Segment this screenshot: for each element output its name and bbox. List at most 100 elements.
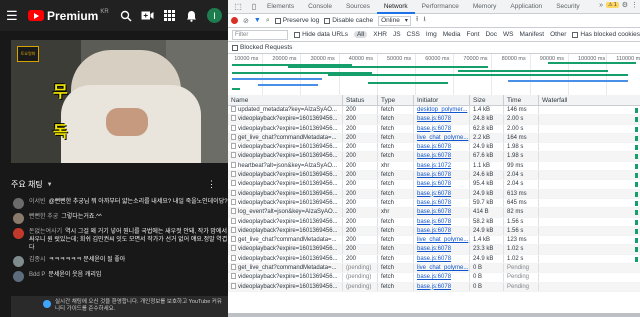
filter-type-other[interactable]: Other: [550, 31, 566, 38]
disable-cache-checkbox[interactable]: Disable cache: [324, 17, 373, 24]
cell-name[interactable]: videoplayback?expire=1601369456...: [228, 282, 343, 291]
cell-initiator[interactable]: live_chat_polyme...: [414, 236, 470, 245]
cell-name[interactable]: updated_metadata?key=AIzaSyAO...: [228, 106, 343, 115]
cell-initiator[interactable]: base.js:6078: [414, 282, 470, 291]
request-row[interactable]: videoplayback?expire=1601369456... 200 fet…: [228, 152, 640, 162]
chat-avatar[interactable]: [13, 256, 24, 267]
filter-icon[interactable]: ▼: [254, 17, 261, 24]
cell-name[interactable]: videoplayback?expire=1601369456...: [228, 152, 343, 161]
cell-name[interactable]: videoplayback?expire=1601369456...: [228, 124, 343, 133]
request-row[interactable]: videoplayback?expire=1601369456... 200 fet…: [228, 254, 640, 265]
request-row[interactable]: videoplayback?expire=1601369456... 200 fet…: [228, 245, 640, 255]
chat-author[interactable]: 김종시: [29, 257, 46, 263]
cell-initiator[interactable]: base.js:6078: [414, 254, 470, 264]
preserve-log-checkbox[interactable]: Preserve log: [274, 17, 319, 24]
filter-type-ws[interactable]: WS: [503, 31, 513, 38]
cell-initiator[interactable]: base.js:6078: [414, 152, 470, 161]
horizontal-scrollbar[interactable]: [228, 313, 640, 317]
cell-name[interactable]: videoplayback?expire=1601369456...: [228, 226, 343, 236]
column-header-type[interactable]: Type: [378, 95, 414, 105]
request-row[interactable]: videoplayback?expire=1601369456... 200 fet…: [228, 217, 640, 227]
chat-avatar[interactable]: [13, 271, 24, 282]
filter-type-media[interactable]: Media: [443, 31, 461, 38]
video-player[interactable]: 토요명화 무 독: [11, 40, 228, 163]
chat-avatar[interactable]: [13, 213, 24, 224]
cell-initiator[interactable]: live_chat_polyme...: [414, 133, 470, 143]
tab-security[interactable]: Security: [549, 0, 586, 14]
inspect-element-icon[interactable]: ⬚: [232, 1, 244, 13]
cell-initiator[interactable]: base.js:6078: [414, 273, 470, 282]
cell-initiator[interactable]: base.js:6078: [414, 124, 470, 133]
cell-initiator[interactable]: base.js:1072: [414, 161, 470, 171]
cell-name[interactable]: videoplayback?expire=1601369456...: [228, 171, 343, 180]
cell-name[interactable]: videoplayback?expire=1601369456...: [228, 245, 343, 254]
chat-author[interactable]: Bdd P: [29, 272, 45, 278]
request-row[interactable]: videoplayback?expire=1601369456... 200 fet…: [228, 124, 640, 134]
tab-console[interactable]: Console: [301, 0, 339, 14]
tab-sources[interactable]: Sources: [339, 0, 377, 14]
cell-initiator[interactable]: base.js:6078: [414, 189, 470, 198]
tab-application[interactable]: Application: [503, 0, 549, 14]
settings-gear-icon[interactable]: ⚙: [622, 1, 628, 9]
chat-mode-selector[interactable]: 주요 채팅: [11, 179, 43, 190]
chevron-down-icon[interactable]: ▼: [47, 182, 53, 188]
cell-initiator[interactable]: live_chat_polyme...: [414, 264, 470, 273]
search-icon[interactable]: [119, 9, 132, 22]
chat-author[interactable]: 뻔뻔한 추궁: [29, 214, 58, 220]
has-blocked-cookies-checkbox[interactable]: Has blocked cookies: [572, 31, 640, 38]
cell-initiator[interactable]: base.js:6078: [414, 226, 470, 236]
cell-name[interactable]: videoplayback?expire=1601369456...: [228, 198, 343, 208]
chat-author[interactable]: 이서빈: [29, 199, 46, 205]
request-row[interactable]: heartbeat?alt=json&key=AIzaSyAO... 200 xhr…: [228, 161, 640, 172]
filter-type-manifest[interactable]: Manifest: [520, 31, 545, 38]
filter-type-doc[interactable]: Doc: [485, 31, 497, 38]
chat-author[interactable]: 돈없는여사기: [29, 229, 62, 235]
youtube-logo[interactable]: Premium KR: [28, 9, 109, 23]
search-icon[interactable]: ⌕: [266, 17, 270, 25]
request-row[interactable]: videoplayback?expire=1601369456... 200 fet…: [228, 180, 640, 190]
cell-name[interactable]: videoplayback?expire=1601369456...: [228, 189, 343, 198]
export-har-icon[interactable]: ⭳: [423, 15, 425, 26]
cell-initiator[interactable]: base.js:6078: [414, 208, 470, 217]
cell-name[interactable]: get_live_chat?commandMetadata=...: [228, 264, 343, 273]
cell-name[interactable]: log_event?alt=json&key=AIzaSyAO...: [228, 208, 343, 217]
column-header-time[interactable]: Time: [504, 95, 539, 105]
cell-initiator[interactable]: base.js:6078: [414, 245, 470, 254]
request-row[interactable]: get_live_chat?commandMetadata=... (pendin…: [228, 264, 640, 274]
hamburger-menu-icon[interactable]: ☰: [6, 8, 22, 24]
throttling-select[interactable]: Online: [378, 15, 411, 26]
record-icon[interactable]: [231, 17, 238, 24]
hide-data-urls-checkbox[interactable]: Hide data URLs: [294, 31, 348, 38]
request-row[interactable]: videoplayback?expire=1601369456... 200 fet…: [228, 198, 640, 209]
cell-name[interactable]: heartbeat?alt=json&key=AIzaSyAO...: [228, 161, 343, 171]
request-row[interactable]: videoplayback?expire=1601369456... 200 fet…: [228, 143, 640, 153]
filter-type-all[interactable]: All: [353, 31, 368, 38]
cell-name[interactable]: get_live_chat?commandMetadata=...: [228, 133, 343, 143]
request-row[interactable]: log_event?alt=json&key=AIzaSyAO... 200 xhr…: [228, 208, 640, 218]
request-row[interactable]: updated_metadata?key=AIzaSyAO... 200 fetch…: [228, 106, 640, 116]
cell-initiator[interactable]: base.js:6078: [414, 115, 470, 124]
more-options-icon[interactable]: ⋮: [207, 179, 216, 190]
cell-initiator[interactable]: base.js:6078: [414, 217, 470, 226]
cell-name[interactable]: videoplayback?expire=1601369456...: [228, 273, 343, 282]
more-options-icon[interactable]: ⋮: [631, 1, 638, 9]
tab-performance[interactable]: Performance: [415, 0, 466, 14]
filter-type-xhr[interactable]: XHR: [373, 31, 387, 38]
cell-initiator[interactable]: base.js:6078: [414, 171, 470, 180]
cell-name[interactable]: videoplayback?expire=1601369456...: [228, 115, 343, 124]
filter-type-img[interactable]: Img: [426, 31, 437, 38]
tab-elements[interactable]: Elements: [260, 0, 301, 14]
device-toolbar-icon[interactable]: ▯: [248, 1, 260, 13]
scrollbar-thumb[interactable]: [228, 313, 640, 317]
request-row[interactable]: videoplayback?expire=1601369456... 200 fet…: [228, 189, 640, 199]
cell-name[interactable]: videoplayback?expire=1601369456...: [228, 217, 343, 226]
filter-type-js[interactable]: JS: [393, 31, 401, 38]
cell-name[interactable]: get_live_chat?commandMetadata=...: [228, 236, 343, 245]
notifications-bell-icon[interactable]: [185, 9, 198, 22]
user-avatar[interactable]: I: [207, 8, 222, 23]
blocked-requests-checkbox[interactable]: Blocked Requests: [232, 44, 292, 51]
filter-input[interactable]: Filter: [232, 29, 289, 40]
request-row[interactable]: videoplayback?expire=1601369456... 200 fet…: [228, 115, 640, 125]
cell-initiator[interactable]: desktop_polymer...: [414, 106, 470, 115]
column-header-name[interactable]: Name: [228, 95, 343, 105]
